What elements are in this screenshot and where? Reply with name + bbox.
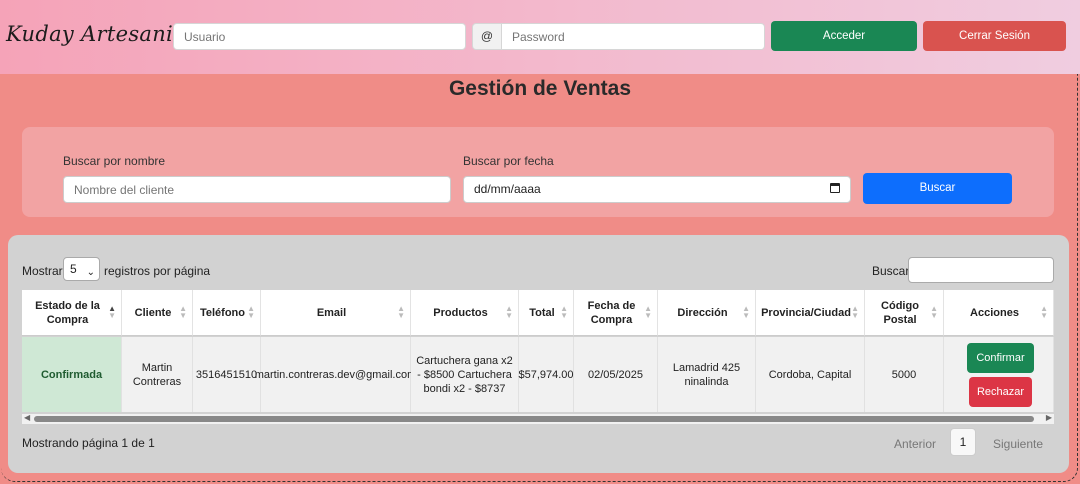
cell-fecha: 02/05/2025 — [574, 337, 658, 412]
sort-icon: ▲ ▼ — [644, 304, 652, 320]
sort-icon: ▲ ▼ — [1040, 304, 1048, 320]
cell-telefono: 3516451510 — [193, 337, 261, 412]
page-title: Gestión de Ventas — [448, 77, 632, 100]
header-total[interactable]: Total ▲ ▼ — [519, 290, 574, 336]
username-input[interactable] — [173, 23, 466, 50]
date-filter-label: Buscar por fecha — [463, 154, 554, 168]
password-input[interactable] — [501, 23, 765, 50]
brand-logo[interactable]: Kuday Artesanias — [6, 22, 197, 46]
sort-icon: ▲ ▼ — [397, 304, 405, 320]
reject-button[interactable]: Rechazar — [969, 377, 1032, 407]
table-search-label: Buscar: — [872, 264, 913, 278]
table-search-input[interactable] — [908, 257, 1054, 283]
header-estado[interactable]: Estado de la Compra ▲ ▼ — [22, 290, 122, 336]
header-telefono[interactable]: Teléfono ▲ ▼ — [193, 290, 261, 336]
cell-codigo-postal: 5000 — [865, 337, 944, 412]
calendar-icon[interactable] — [830, 183, 840, 193]
next-page-button[interactable]: Siguiente — [993, 437, 1043, 451]
cell-cliente: Martin Contreras — [122, 337, 193, 412]
cell-direccion: Lamadrid 425 ninalinda — [658, 337, 756, 412]
header-codigo-postal[interactable]: Código Postal ▲ ▼ — [865, 290, 944, 336]
client-name-input[interactable] — [63, 176, 451, 203]
header-acciones[interactable]: Acciones ▲ ▼ — [944, 290, 1054, 336]
sort-icon: ▲ ▼ — [851, 304, 859, 320]
scroll-right-icon[interactable]: ▶ — [1046, 413, 1052, 422]
header-email[interactable]: Email ▲ ▼ — [261, 290, 411, 336]
at-addon: @ — [472, 23, 502, 50]
confirm-button[interactable]: Confirmar — [967, 343, 1034, 373]
sort-icon: ▲ ▼ — [179, 304, 187, 320]
per-page-label: registros por página — [104, 264, 211, 278]
sort-icon: ▲ ▼ — [505, 304, 513, 320]
header-direccion[interactable]: Dirección ▲ ▼ — [658, 290, 756, 336]
prev-page-button[interactable]: Anterior — [894, 437, 936, 451]
login-button[interactable]: Acceder — [771, 21, 917, 51]
header-cliente[interactable]: Cliente ▲ ▼ — [122, 290, 193, 336]
header-provincia[interactable]: Provincia/Ciudad ▲ ▼ — [756, 290, 865, 336]
cell-estado: Confirmada — [22, 337, 122, 412]
sort-icon: ▲ ▼ — [930, 304, 938, 320]
horizontal-scrollbar[interactable]: ◀ ▶ — [22, 413, 1054, 424]
name-filter-label: Buscar por nombre — [63, 154, 166, 168]
sort-icon: ▲ ▼ — [247, 304, 255, 320]
scroll-left-icon[interactable]: ◀ — [24, 413, 30, 422]
cell-email: martin.contreras.dev@gmail.com — [255, 337, 416, 412]
cell-total: $57,974.00 — [518, 337, 574, 412]
page-number-button[interactable]: 1 — [950, 428, 976, 456]
date-placeholder: dd/mm/aaaa — [474, 182, 541, 196]
header-productos[interactable]: Productos ▲ ▼ — [411, 290, 519, 336]
cell-productos: Cartuchera gana x2 - $8500 Cartuchera bo… — [411, 337, 519, 412]
header-fecha[interactable]: Fecha de Compra ▲ ▼ — [574, 290, 658, 336]
navbar: Kuday Artesanias @ Acceder Cerrar Sesión — [0, 0, 1080, 74]
show-label: Mostrar — [22, 264, 63, 278]
date-input[interactable]: dd/mm/aaaa — [463, 176, 851, 203]
sort-icon: ▲ ▼ — [560, 304, 568, 320]
sort-icon: ▲ ▼ — [742, 304, 750, 320]
sort-icon: ▲ ▼ — [108, 304, 116, 320]
page-size-select[interactable]: 5 ⌄ — [63, 257, 100, 281]
logout-button[interactable]: Cerrar Sesión — [923, 21, 1066, 51]
chevron-down-icon: ⌄ — [86, 267, 95, 278]
page-size-value: 5 — [70, 262, 77, 276]
pagination-info: Mostrando página 1 de 1 — [22, 436, 155, 450]
cell-provincia: Cordoba, Capital — [756, 337, 865, 412]
search-button[interactable]: Buscar — [863, 173, 1012, 204]
scrollbar-thumb[interactable] — [34, 416, 1034, 422]
